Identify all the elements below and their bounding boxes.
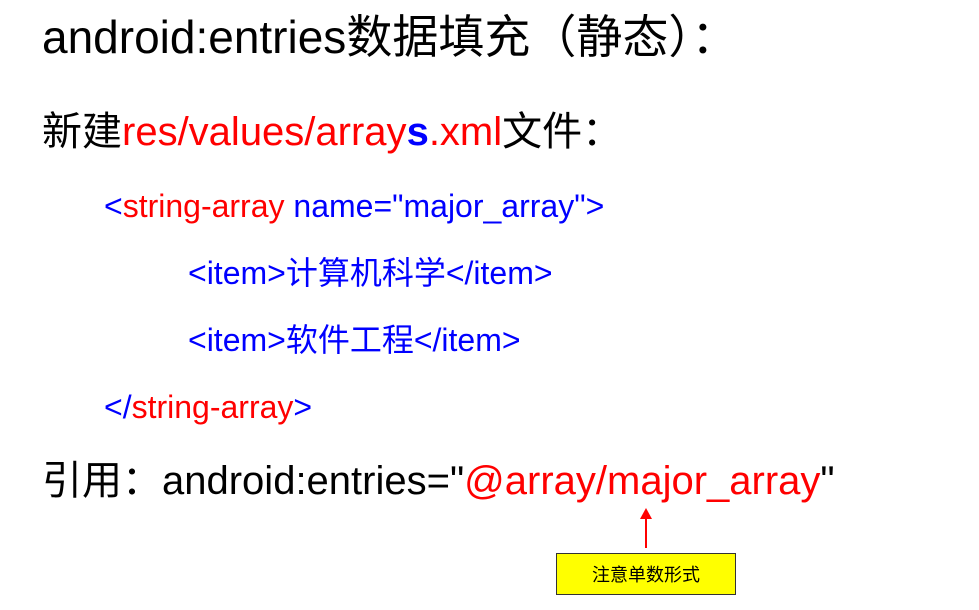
code-close-gt: >	[293, 389, 313, 425]
code-open-lt: <	[104, 188, 123, 224]
code-close-lt: </	[104, 389, 132, 425]
reference-line: 引用：android:entries="@array/major_array"	[42, 461, 835, 501]
create-line-prefix: 新建	[42, 109, 122, 155]
code-item2-text: 软件工程	[285, 321, 414, 359]
slide-title: android:entries数据填充（静态）：	[42, 14, 737, 60]
code-string-array-close: </string-array>	[104, 391, 312, 423]
note-text: 注意单数形式	[592, 565, 700, 586]
code-item-1: <item>计算机科学</item>	[188, 257, 553, 289]
code-open-attr: name="major_array">	[284, 188, 605, 224]
title-prefix: android:entries	[42, 11, 347, 63]
code-item1-text: 计算机科学	[285, 254, 446, 292]
code-item1-close: </item>	[445, 255, 553, 291]
code-string-array-open: <string-array name="major_array">	[104, 190, 604, 222]
file-path-main: res/values/array	[122, 110, 407, 154]
reference-end-quote: "	[820, 459, 835, 503]
create-file-line: 新建res/values/arrays.xml文件：	[42, 112, 622, 152]
code-open-tag: string-array	[122, 188, 285, 224]
note-callout: 注意单数形式	[556, 553, 736, 595]
code-item1-open: <item>	[188, 255, 286, 291]
code-item2-open: <item>	[188, 322, 286, 358]
file-path-extension: .xml	[428, 110, 503, 154]
code-item-2: <item>软件工程</item>	[188, 324, 521, 356]
title-suffix: 数据填充（静态）：	[346, 10, 738, 64]
create-line-suffix: 文件：	[502, 109, 623, 155]
reference-value: @array/major_array	[464, 459, 821, 503]
file-path-plural-s: s	[406, 110, 429, 154]
arrow-up-icon	[640, 508, 652, 548]
reference-attr: android:entries="	[162, 459, 465, 503]
reference-label: 引用：	[42, 458, 162, 504]
code-close-tag: string-array	[131, 389, 294, 425]
code-item2-close: </item>	[413, 322, 521, 358]
